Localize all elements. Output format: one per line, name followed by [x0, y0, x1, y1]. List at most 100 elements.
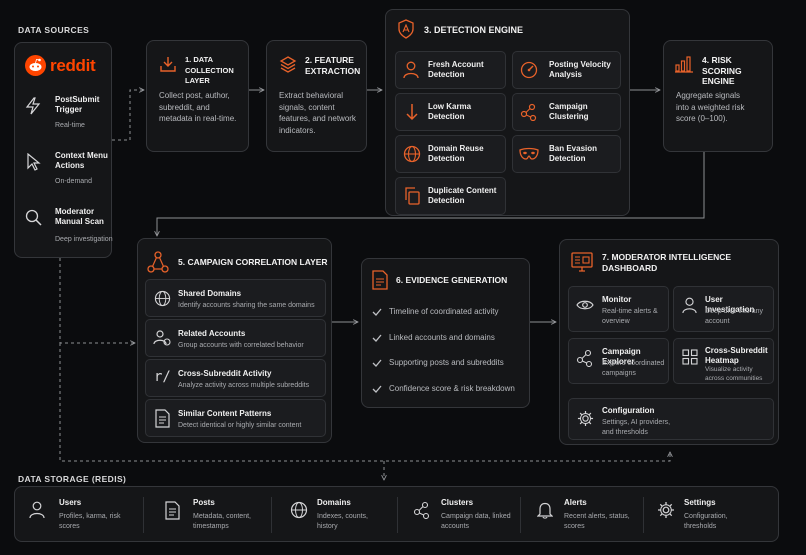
campaign-desc: Group accounts with correlated behavior — [178, 342, 304, 349]
data-sources-title: DATA SOURCES — [18, 25, 90, 35]
copy-icon — [405, 187, 420, 205]
globe-icon — [403, 145, 421, 163]
moderator-dashboard-title: 7. MODERATOR INTELLIGENCE DASHBOARD — [602, 252, 732, 273]
detection-label: Ban Evasion Detection — [549, 144, 598, 163]
data-storage-title: DATA STORAGE (REDIS) — [18, 474, 127, 484]
dashboard-item-user-investigation[interactable]: User Investigation Deep dive into any ac… — [673, 286, 774, 332]
storage-label: Alerts — [564, 498, 587, 507]
storage-divider — [271, 497, 272, 533]
campaign-label: Similar Content Patterns — [178, 409, 272, 418]
network-icon — [147, 251, 169, 273]
risk-scoring-title: 4. RISK SCORING ENGINE — [702, 55, 742, 86]
detection-label: Domain Reuse Detection — [428, 144, 484, 163]
storage-desc: Metadata, content, timestamps — [193, 513, 251, 530]
globe-icon — [290, 501, 308, 519]
source-label: Moderator Manual Scan — [55, 207, 104, 226]
evidence-text: Linked accounts and domains — [389, 333, 495, 342]
campaign-desc: Analyze activity across multiple subredd… — [178, 382, 310, 389]
arrow-down-icon — [406, 104, 418, 121]
detection-label: Low Karma Detection — [428, 102, 472, 121]
detection-item-low-karma: Low Karma Detection — [395, 93, 506, 131]
source-desc: Real-time — [55, 122, 85, 129]
gear-icon — [577, 410, 594, 427]
data-collection-card: 1. DATA COLLECTION LAYER Collect post, a… — [146, 40, 249, 152]
storage-label: Users — [59, 498, 82, 507]
dashboard-desc: Visualize activity across communities — [705, 366, 763, 382]
dashboard-item-configuration[interactable]: Configuration Settings, AI providers, an… — [568, 398, 774, 440]
detection-label: Duplicate Content Detection — [428, 186, 497, 205]
dashboard-item-campaign-explorer[interactable]: Campaign Explorer Explore coordinated ca… — [568, 338, 669, 384]
source-label: Context Menu Actions — [55, 151, 108, 170]
grid-icon — [682, 349, 698, 365]
gear-icon — [658, 502, 674, 518]
storage-desc: Profiles, karma, risk scores — [59, 513, 121, 530]
reddit-logo: reddit — [25, 55, 96, 76]
campaign-item-similar-content: Similar Content Patterns Detect identica… — [145, 399, 326, 437]
dashboard-item-heatmap[interactable]: Cross-Subreddit Heatmap Visualize activi… — [673, 338, 774, 384]
detection-item-duplicate-content: Duplicate Content Detection — [395, 177, 506, 215]
check-icon — [372, 359, 382, 367]
dashboard-item-monitor[interactable]: Monitor Real-time alerts & overview — [568, 286, 669, 332]
campaign-item-related-accounts: Related Accounts Group accounts with cor… — [145, 319, 326, 357]
reddit-icon — [25, 55, 46, 76]
gauge-icon — [520, 61, 538, 79]
check-icon — [372, 334, 382, 342]
moderator-dashboard-card: 7. MODERATOR INTELLIGENCE DASHBOARD Moni… — [559, 239, 779, 445]
campaign-correlation-title: 5. CAMPAIGN CORRELATION LAYER — [178, 257, 328, 267]
source-label: PostSubmit Trigger — [55, 95, 100, 114]
feature-extraction-title: 2. FEATURE EXTRACTION — [305, 55, 361, 76]
layers-icon — [279, 56, 297, 73]
lightning-icon — [25, 97, 41, 115]
check-icon — [372, 308, 382, 316]
campaign-item-shared-domains: Shared Domains Identify accounts sharing… — [145, 279, 326, 317]
dashboard-label: Configuration — [602, 406, 655, 415]
source-desc: Deep investigation — [55, 236, 113, 243]
reddit-wordmark: reddit — [50, 55, 96, 75]
storage-label: Domains — [317, 498, 351, 507]
network-icon — [520, 103, 537, 121]
storage-label: Posts — [193, 498, 215, 507]
detection-engine-title: 3. DETECTION ENGINE — [424, 25, 524, 35]
source-desc: On-demand — [55, 178, 92, 185]
campaign-label: Shared Domains — [178, 289, 242, 298]
campaign-desc: Identify accounts sharing the same domai… — [178, 302, 315, 309]
evidence-text: Confidence score & risk breakdown — [389, 384, 515, 393]
storage-desc: Configuration, thresholds — [684, 513, 728, 530]
eye-icon — [576, 300, 594, 310]
user-icon — [29, 501, 45, 519]
storage-label: Clusters — [441, 498, 474, 507]
storage-desc: Indexes, counts, history — [317, 513, 368, 530]
campaign-label: Related Accounts — [178, 329, 246, 338]
dashboard-desc: Deep dive into any account — [705, 308, 763, 325]
detection-label: Campaign Clustering — [549, 102, 589, 121]
dashboard-desc: Explore coordinated campaigns — [602, 360, 665, 377]
storage-divider — [143, 497, 144, 533]
mask-icon — [519, 147, 539, 160]
dashboard-label: Cross-Subreddit Heatmap — [705, 346, 768, 365]
evidence-text: Supporting posts and subreddits — [389, 358, 504, 367]
source-item-context-menu: Context Menu Actions On-demand — [25, 151, 109, 191]
source-item-postsubmit: PostSubmit Trigger Real-time — [25, 95, 109, 135]
users-icon — [153, 330, 171, 346]
dashboard-icon — [571, 252, 593, 272]
storage-divider — [643, 497, 644, 533]
campaign-item-cross-subreddit: r/ Cross-Subreddit Activity Analyze acti… — [145, 359, 326, 397]
document-icon — [165, 501, 180, 520]
download-icon — [160, 57, 176, 72]
storage-desc: Campaign data, linked accounts — [441, 513, 511, 530]
storage-desc: Recent alerts, status, scores — [564, 513, 630, 530]
dashboard-desc: Real-time alerts & overview — [602, 308, 658, 325]
bell-icon — [537, 502, 553, 519]
user-icon — [682, 297, 697, 314]
campaign-correlation-card: 5. CAMPAIGN CORRELATION LAYER Shared Dom… — [137, 238, 332, 443]
campaign-desc: Detect identical or highly similar conte… — [178, 422, 302, 429]
feature-extraction-desc: Extract behavioral signals, content feat… — [279, 91, 356, 135]
feature-extraction-card: 2. FEATURE EXTRACTION Extract behavioral… — [266, 40, 367, 152]
cursor-icon — [27, 153, 41, 171]
check-icon — [372, 385, 382, 393]
detection-item-ban-evasion: Ban Evasion Detection — [512, 135, 621, 173]
evidence-generation-card: 6. EVIDENCE GENERATION Timeline of coord… — [361, 258, 530, 408]
data-storage-panel: Users Profiles, karma, risk scores Posts… — [14, 486, 779, 542]
shield-icon — [398, 19, 414, 39]
user-icon — [403, 61, 419, 79]
